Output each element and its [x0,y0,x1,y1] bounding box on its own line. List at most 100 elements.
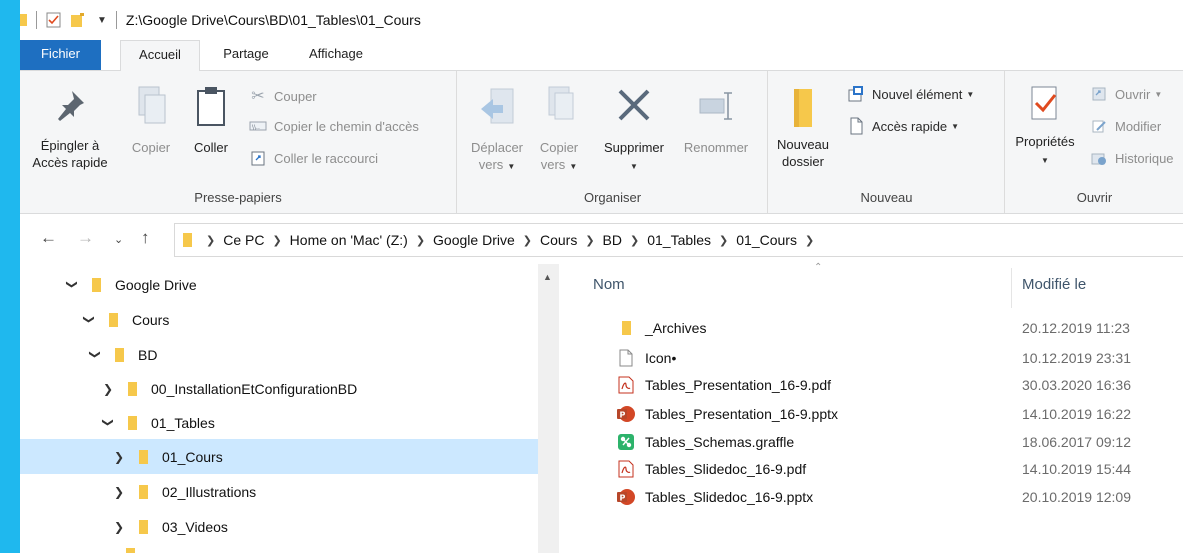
file-row[interactable]: _Archives 20.12.2019 11:23 [559,316,1183,340]
collapsed-chevron-icon[interactable]: ❯ [100,382,116,396]
edit-button[interactable]: Modifier [1090,117,1161,135]
rename-button[interactable]: Renommer [676,85,756,156]
chevron-down-icon: ▼ [569,162,578,171]
powerpoint-icon: P [617,405,635,423]
copy-path-button[interactable]: \\.. Copier le chemin d'accès [249,117,419,135]
file-row[interactable]: Tables_Slidedoc_16-9.pdf 14.10.2019 15:4… [559,457,1183,481]
breadcrumb-chevron-icon[interactable]: ❯ [805,234,814,247]
collapsed-chevron-icon[interactable]: ❯ [111,485,127,499]
history-button[interactable]: Historique [1090,149,1174,167]
file-row[interactable]: Tables_Schemas.graffle 18.06.2017 09:12 [559,430,1183,454]
breadcrumb-chevron-icon[interactable]: ❯ [272,234,281,247]
file-row[interactable]: Icon• 10.12.2019 23:31 [559,346,1183,370]
tree-item-cours[interactable]: ❯ Cours [20,302,538,337]
breadcrumb-item[interactable]: Cours [540,232,577,248]
clipboard-group-label: Presse-papiers [194,190,282,205]
breadcrumb-chevron-icon[interactable]: ❯ [416,234,425,247]
move-to-button[interactable]: Déplacer vers ▼ [466,85,528,175]
graffle-icon [617,433,635,451]
customize-quick-access-icon[interactable]: ▼ [97,15,107,26]
new-group-label: Nouveau [860,190,913,205]
expanded-chevron-icon[interactable]: ❯ [66,277,79,293]
tab-home[interactable]: Accueil [120,40,200,71]
breadcrumb-item[interactable]: Home on 'Mac' (Z:) [290,232,408,248]
tree-scrollbar[interactable]: ▲ [538,264,559,553]
expanded-chevron-icon[interactable]: ❯ [89,347,102,363]
paste-shortcut-button[interactable]: Coller le raccourci [249,149,378,167]
tree-item-01-cours[interactable]: ❯ 01_Cours [20,439,538,474]
tree-item-03-videos[interactable]: ❯ 03_Videos [20,509,538,544]
breadcrumb-item[interactable]: 01_Tables [647,232,711,248]
tab-view[interactable]: Affichage [291,40,381,70]
folder-icon [128,381,137,396]
new-folder-icon[interactable] [71,13,84,27]
svg-text:P: P [620,494,626,503]
new-group: Nouveau dossier Nouvel élément ▼ Accès r… [769,71,1005,213]
delete-button[interactable]: Supprimer ▼ [594,85,674,175]
cut-button[interactable]: ✂ Couper [249,87,316,105]
navigation-bar: ← → ⌄ ↑ ❯ Ce PC ❯ Home on 'Mac' (Z:) ❯ G… [20,214,1183,264]
tree-item-00-installation[interactable]: ❯ 00_InstallationEtConfigurationBD [20,371,538,406]
clipboard-group: Épingler à Accès rapide Copier Coller ✂ [20,71,457,213]
copy-button[interactable]: Copier [123,85,179,156]
tab-share[interactable]: Partage [201,40,291,70]
easy-access-icon [847,117,865,135]
up-arrow-icon[interactable]: ↑ [141,228,150,248]
sort-chevron-icon: ⌃ [814,262,823,273]
tab-file[interactable]: Fichier [20,40,101,70]
organize-group: Déplacer vers ▼ Copier vers ▼ Supprimer ▼ [458,71,768,213]
breadcrumb-item[interactable]: 01_Cours [736,232,797,248]
breadcrumb-item[interactable]: BD [603,232,622,248]
tree-item-01-tables[interactable]: ❯ 01_Tables [20,405,538,440]
file-row[interactable]: Tables_Presentation_16-9.pdf 30.03.2020 … [559,373,1183,397]
properties-check-icon[interactable] [46,12,62,28]
open-button[interactable]: Ouvrir ▼ [1090,85,1162,103]
recent-locations-chevron-icon[interactable]: ⌄ [114,233,123,246]
move-to-icon [481,88,514,124]
file-row[interactable]: P Tables_Presentation_16-9.pptx 14.10.20… [559,402,1183,426]
paste-button[interactable]: Coller [183,85,239,156]
breadcrumb-chevron-icon[interactable]: ❯ [719,234,728,247]
tree-item-bd[interactable]: ❯ BD [20,337,538,372]
breadcrumb-chevron-icon[interactable]: ❯ [523,234,532,247]
folder-icon [109,312,118,327]
delete-x-icon [618,89,650,121]
breadcrumb-chevron-icon[interactable]: ❯ [630,234,639,247]
expanded-chevron-icon[interactable]: ❯ [102,415,115,431]
easy-access-button[interactable]: Accès rapide ▼ [847,117,959,135]
edit-icon [1090,117,1108,135]
file-row[interactable]: P Tables_Slidedoc_16-9.pptx 20.10.2019 1… [559,485,1183,509]
folder-icon [139,519,148,534]
pin-icon [58,91,84,121]
ribbon: Épingler à Accès rapide Copier Coller ✂ [20,70,1183,214]
history-icon [1090,149,1108,167]
breadcrumb-chevron-icon[interactable]: ❯ [585,234,594,247]
column-header-name[interactable]: Nom [593,276,625,293]
pdf-icon [617,460,635,478]
folder-icon [115,347,124,362]
window-title: Z:\Google Drive\Cours\BD\01_Tables\01_Co… [125,12,421,28]
back-arrow-icon[interactable]: ← [40,228,57,248]
new-folder-button[interactable]: Nouveau dossier [773,85,833,170]
breadcrumb-item[interactable]: Ce PC [223,232,264,248]
new-item-button[interactable]: Nouvel élément ▼ [847,85,974,103]
collapsed-chevron-icon[interactable]: ❯ [111,450,127,464]
chevron-down-icon: ▼ [1041,156,1049,165]
copy-to-icon [548,86,574,120]
expanded-chevron-icon[interactable]: ❯ [83,312,96,328]
properties-button[interactable]: Propriétés ▼ [1010,85,1080,169]
column-divider[interactable] [1011,268,1012,308]
column-header-modified[interactable]: Modifié le [1022,276,1086,293]
title-bar: ▼ Z:\Google Drive\Cours\BD\01_Tables\01_… [20,0,1183,40]
scroll-up-arrow-icon[interactable]: ▲ [543,272,552,282]
pin-quick-access-button[interactable]: Épingler à Accès rapide [20,85,120,171]
copy-to-button[interactable]: Copier vers ▼ [532,85,586,175]
powerpoint-icon: P [617,488,635,506]
forward-arrow-icon[interactable]: → [77,228,94,248]
address-bar[interactable]: ❯ Ce PC ❯ Home on 'Mac' (Z:) ❯ Google Dr… [174,223,1183,257]
open-file-icon [1090,85,1108,103]
collapsed-chevron-icon[interactable]: ❯ [111,520,127,534]
tree-item-02-illustrations[interactable]: ❯ 02_Illustrations [20,474,538,509]
tree-item-google-drive[interactable]: ❯ Google Drive [20,267,538,302]
breadcrumb-item[interactable]: Google Drive [433,232,515,248]
